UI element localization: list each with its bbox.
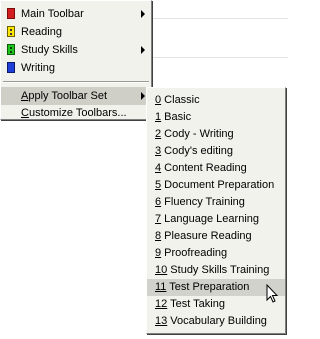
menu-item-writing[interactable]: Writing <box>1 59 151 77</box>
menu-item-study-skills[interactable]: Study Skills <box>1 41 151 59</box>
toolbar-set-item[interactable]: 11 Test Preparation <box>147 279 285 296</box>
menu-item-label: Writing <box>21 62 56 74</box>
mouse-cursor-icon <box>266 284 279 303</box>
label-text: Cody - Writing <box>161 128 234 140</box>
menu-item-reading[interactable]: Reading <box>1 23 151 41</box>
toolbar-set-item[interactable]: 4 Content Reading <box>147 160 285 177</box>
toolbar-set-label: 3 Cody's editing <box>155 143 233 160</box>
toolbar-set-label: 4 Content Reading <box>155 160 247 177</box>
menu-separator <box>3 81 149 83</box>
menu-item-label: Customize Toolbars... <box>21 104 127 122</box>
label-text: Fluency Training <box>161 196 245 208</box>
toolbar-set-label: 13 Vocabulary Building <box>155 313 267 330</box>
menu-item-label: Reading <box>21 26 62 38</box>
toolbar-set-label: 8 Pleasure Reading <box>155 228 252 245</box>
mnemonic: 13 <box>155 315 168 327</box>
mnemonic: 12 <box>155 298 168 310</box>
label-text: Study Skills Training <box>167 264 270 276</box>
toolbar-set-label: 9 Proofreading <box>155 245 227 262</box>
label-text: Test Preparation <box>166 281 250 293</box>
toolbars-context-menu: Main Toolbar Reading Study Skills Writin… <box>0 0 152 120</box>
toolbar-set-submenu: 0 Classic 1 Basic 2 Cody - Writing 3 Cody's… <box>146 87 286 334</box>
toolbar-set-label: 6 Fluency Training <box>155 194 245 211</box>
toolbar-set-item[interactable]: 12 Test Taking <box>147 296 285 313</box>
toolbar-set-item[interactable]: 1 Basic <box>147 109 285 126</box>
blue-toolbar-icon <box>7 62 15 73</box>
mnemonic: 11 <box>155 281 167 293</box>
menu-item-label: Main Toolbar <box>21 8 84 20</box>
toolbar-set-item[interactable]: 0 Classic <box>147 92 285 109</box>
toolbar-set-label: 5 Document Preparation <box>155 177 274 194</box>
yellow-toolbar-icon <box>7 26 15 37</box>
mnemonic: C <box>21 107 29 119</box>
toolbar-set-item[interactable]: 9 Proofreading <box>147 245 285 262</box>
label-text: pply Toolbar Set <box>28 90 108 102</box>
toolbar-set-item[interactable]: 5 Document Preparation <box>147 177 285 194</box>
red-toolbar-icon <box>7 8 15 19</box>
toolbar-set-item[interactable]: 7 Language Learning <box>147 211 285 228</box>
toolbar-set-label: 0 Classic <box>155 92 200 109</box>
label-text: Cody's editing <box>161 145 233 157</box>
toolbar-set-item[interactable]: 13 Vocabulary Building <box>147 313 285 330</box>
submenu-arrow-icon <box>141 10 145 18</box>
menu-item-label: Apply Toolbar Set <box>21 87 107 105</box>
label-text: Classic <box>161 94 200 106</box>
green-toolbar-icon <box>7 44 15 55</box>
label-text: ustomize Toolbars... <box>28 107 127 119</box>
toolbar-set-label: 10 Study Skills Training <box>155 262 269 279</box>
label-text: Test Taking <box>167 298 225 310</box>
label-text: Basic <box>161 111 192 123</box>
menu-item-label: Study Skills <box>21 44 78 56</box>
toolbar-set-label: 7 Language Learning <box>155 211 259 228</box>
toolbar-set-item[interactable]: 3 Cody's editing <box>147 143 285 160</box>
toolbar-set-item[interactable]: 10 Study Skills Training <box>147 262 285 279</box>
toolbar-set-label: 2 Cody - Writing <box>155 126 234 143</box>
toolbar-set-item[interactable]: 8 Pleasure Reading <box>147 228 285 245</box>
label-text: Document Preparation <box>161 179 275 191</box>
submenu-arrow-icon <box>141 46 145 54</box>
toolbar-set-label: 11 Test Preparation <box>155 279 249 296</box>
menu-item-apply-toolbar-set[interactable]: Apply Toolbar Set <box>1 87 151 105</box>
label-text: Vocabulary Building <box>167 315 267 327</box>
label-text: Content Reading <box>161 162 247 174</box>
mnemonic: 10 <box>155 264 168 276</box>
toolbar-set-label: 12 Test Taking <box>155 296 225 313</box>
toolbar-set-item[interactable]: 6 Fluency Training <box>147 194 285 211</box>
label-text: Proofreading <box>161 247 228 259</box>
label-text: Language Learning <box>161 213 259 225</box>
menu-item-main-toolbar[interactable]: Main Toolbar <box>1 5 151 23</box>
label-text: Pleasure Reading <box>161 230 252 242</box>
menu-item-customize-toolbars[interactable]: Customize Toolbars... <box>1 104 151 122</box>
submenu-arrow-icon <box>141 92 145 100</box>
toolbar-set-label: 1 Basic <box>155 109 191 126</box>
toolbar-set-item[interactable]: 2 Cody - Writing <box>147 126 285 143</box>
